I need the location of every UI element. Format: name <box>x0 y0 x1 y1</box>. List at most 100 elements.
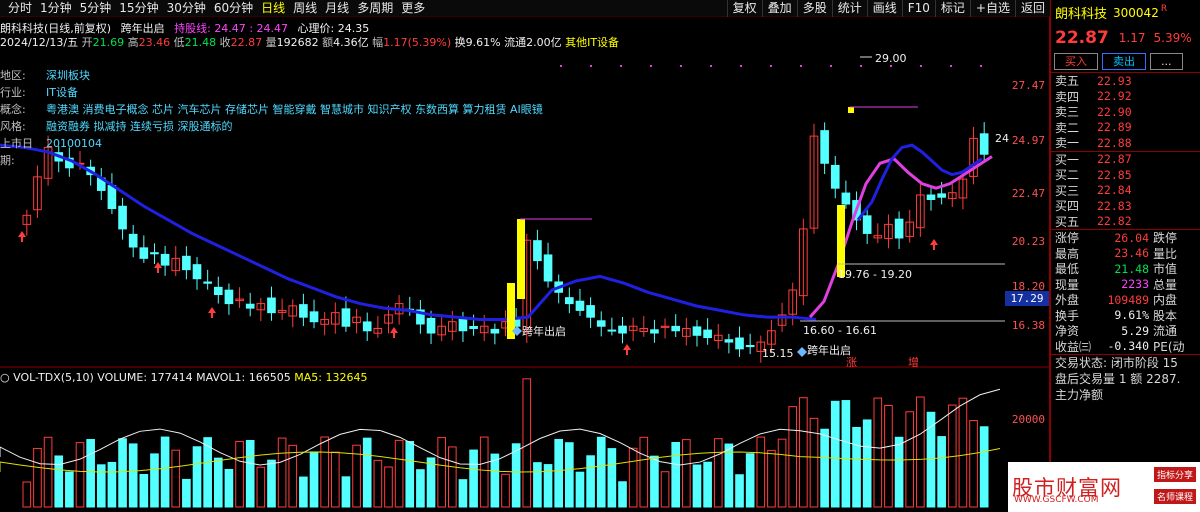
candle-body <box>299 304 308 318</box>
more-button[interactable]: ... <box>1150 52 1183 70</box>
asks-price: 22.92 <box>1097 89 1132 104</box>
asks-row[interactable]: 卖三 22.90 <box>1051 104 1200 120</box>
asks-price: 22.93 <box>1097 73 1132 88</box>
period-tab[interactable]: 15分钟 <box>115 0 162 17</box>
price-row: 22.87 1.17 5.39% <box>1051 25 1200 50</box>
signal-dot <box>650 65 652 67</box>
candle-body <box>596 320 606 327</box>
buy-button[interactable]: 买入 <box>1054 52 1098 70</box>
period-tab[interactable]: 多周期 <box>353 0 397 17</box>
period-tab[interactable]: 月线 <box>321 0 353 17</box>
period-tab[interactable]: 1分钟 <box>36 0 76 17</box>
signal-label: 跨年出启 <box>807 343 851 357</box>
tool-button[interactable]: 统计 <box>831 0 867 17</box>
stat-label-2: 内盘 <box>1153 293 1178 308</box>
price-axis-current: 17.29 <box>1005 291 1049 306</box>
price-axis-label: 24.97 <box>1011 134 1045 147</box>
amt-value: 4.36亿 <box>333 36 369 49</box>
current-price: 22.87 <box>1055 27 1109 48</box>
stat-row: 现量 2233 总量 <box>1051 277 1200 293</box>
tool-buttons: 复权 叠加 多股 统计 画线 F10 标记 +自选 返回 <box>726 0 1050 17</box>
tool-button[interactable]: 返回 <box>1014 0 1050 17</box>
asks-row[interactable]: 卖二 22.89 <box>1051 120 1200 136</box>
volume-bar <box>724 443 734 508</box>
volume-bar <box>458 479 468 508</box>
candle-body <box>203 281 212 284</box>
volume-bar <box>713 438 723 508</box>
range-label: 幅 <box>372 36 384 49</box>
stock-header: 朗科科技 300042 R <box>1051 0 1200 25</box>
close-value: 22.87 <box>230 36 263 49</box>
f10-key: 概念: <box>0 103 26 116</box>
period-tab[interactable]: 60分钟 <box>210 0 257 17</box>
candle-body <box>937 193 946 198</box>
signal-dot <box>770 65 772 67</box>
asks-row[interactable]: 卖四 22.92 <box>1051 89 1200 105</box>
signal-dot <box>680 65 682 67</box>
tool-button[interactable]: F10 <box>901 0 935 17</box>
stat-label: 现量 <box>1055 277 1080 292</box>
bids-row[interactable]: 买二 22.85 <box>1051 167 1200 183</box>
bids-row[interactable]: 买五 22.82 <box>1051 214 1200 230</box>
asks-row[interactable]: 卖一 22.88 <box>1051 135 1200 151</box>
tool-button[interactable]: 叠加 <box>761 0 797 17</box>
volume-bar <box>43 436 53 508</box>
volume-bar <box>330 451 340 508</box>
candle-body <box>245 303 255 309</box>
stat-row: 最高 23.46 量比 <box>1051 246 1200 262</box>
bids-price: 22.85 <box>1097 167 1132 182</box>
buy-arrow-icon <box>208 307 216 318</box>
volume-bar <box>22 481 32 508</box>
period-tab[interactable]: 周线 <box>289 0 321 17</box>
volume-bar <box>809 417 819 508</box>
volume-axis-label: 20000 <box>1011 413 1045 426</box>
bids-row[interactable]: 买三 22.84 <box>1051 183 1200 199</box>
mavol1-label: MAVOL1: <box>196 371 246 384</box>
volume-bar <box>788 406 798 508</box>
period-tab[interactable]: 分时 <box>4 0 36 17</box>
f10-value: IT设备 <box>46 86 78 99</box>
low-label: 低 <box>173 36 185 49</box>
signal-dot <box>590 65 592 67</box>
tool-button[interactable]: 多股 <box>796 0 832 17</box>
asks-row[interactable]: 卖五 22.93 <box>1051 73 1200 89</box>
turnover-value: 换9.61% <box>454 36 501 49</box>
buy-arrow-icon <box>623 344 631 355</box>
volume-value: 177414 <box>150 371 193 384</box>
stat-value: 21.48 <box>1114 261 1149 276</box>
f10-row: 上市日期: 20100104 <box>0 135 543 169</box>
period-tab[interactable]: 日线 <box>257 0 289 17</box>
candle-body <box>650 329 659 334</box>
volume-bar <box>277 437 287 508</box>
stat-row: 换手 9.61% 股本 <box>1051 308 1200 324</box>
stat-row: 收益㈢ -0.340 PE(动 <box>1051 339 1200 355</box>
tool-button[interactable]: 画线 <box>866 0 902 17</box>
sell-button[interactable]: 卖出 <box>1102 52 1146 70</box>
candle-body <box>735 337 744 350</box>
buy-arrow-icon <box>930 239 938 250</box>
stat-row: 净资 5.29 流通 <box>1051 323 1200 339</box>
stat-label-2: 股本 <box>1153 308 1178 323</box>
tool-button[interactable]: +自选 <box>969 0 1015 17</box>
candle-body <box>671 325 681 332</box>
watermark-tag2: 名师课程 <box>1153 489 1196 504</box>
candle-body <box>341 308 351 327</box>
volume-bar <box>969 420 978 508</box>
ma5-value: 132645 <box>325 371 368 384</box>
kline-chart-area[interactable]: 29.00 19.76 - 19.20 16.60 - 16.61 15.15 跨年出启… <box>0 17 1050 512</box>
period-tab[interactable]: 更多 <box>397 0 429 17</box>
bids-row[interactable]: 买一 22.87 <box>1051 152 1200 168</box>
volume-title: VOL-TDX(5,10) <box>13 371 94 384</box>
period-tab[interactable]: 5分钟 <box>76 0 116 17</box>
tool-button[interactable]: 标记 <box>934 0 970 17</box>
volume-bar <box>405 441 415 508</box>
bids-row[interactable]: 买四 22.83 <box>1051 198 1200 214</box>
f10-value: 粤港澳 消费电子概念 芯片 汽车芯片 存储芯片 智能穿戴 智慧城市 知识产权 东… <box>46 103 543 116</box>
period-tab[interactable]: 30分钟 <box>163 0 210 17</box>
volume-menu-icon[interactable]: ○ <box>0 371 10 384</box>
watermark-url: WWW.GSCFW.COM <box>1014 495 1099 505</box>
volume-bar <box>660 471 670 508</box>
candle-body <box>128 233 138 248</box>
price-axis-label: 22.47 <box>1011 187 1045 200</box>
tool-button[interactable]: 复权 <box>726 0 762 17</box>
